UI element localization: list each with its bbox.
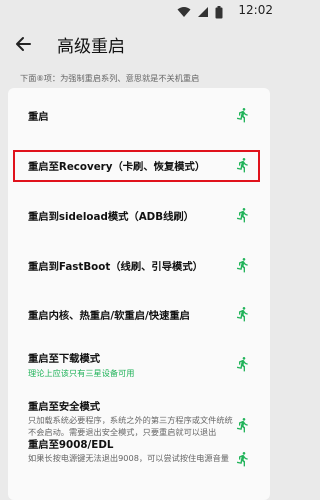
run-icon (236, 107, 248, 123)
run-icon (236, 257, 248, 273)
wifi-icon (177, 7, 191, 17)
status-time: 12:02 (238, 3, 273, 17)
item-title: 重启至Recovery（卡刷、恢复模式） (28, 161, 206, 173)
back-arrow-icon[interactable] (12, 33, 34, 55)
battery-icon (215, 5, 223, 18)
run-icon (236, 157, 248, 173)
item-description: 如果长按电源键无法退出9008，可以尝试按住电源音量 (28, 453, 229, 463)
item-title: 重启 (28, 111, 49, 123)
list-item-download-mode[interactable]: 重启至下载模式 理论上应该只有三星设备可用 (8, 342, 270, 392)
signal-icon (198, 7, 208, 17)
item-title: 重启到FastBoot（线刷、引导模式） (28, 261, 203, 273)
list-item-fastboot[interactable]: 重启到FastBoot（线刷、引导模式） (8, 244, 270, 294)
item-title: 重启至9008/EDL (28, 439, 114, 451)
list-item-soft-reboot[interactable]: 重启内核、热重启/软重启/快速重启 (8, 294, 270, 342)
item-title: 重启到sideload模式（ADB线刷） (28, 211, 194, 223)
item-title: 重启内核、热重启/软重启/快速重启 (28, 310, 190, 322)
item-title: 重启至下载模式 (28, 353, 101, 365)
list-item-recovery[interactable]: 重启至Recovery（卡刷、恢复模式） (8, 142, 270, 194)
run-icon (236, 451, 248, 467)
page-title: 高级重启 (57, 37, 125, 57)
run-icon (236, 356, 248, 372)
app-bar: 高级重启 (0, 24, 281, 64)
reboot-options-card: 重启 重启至Recovery（卡刷、恢复模式） 重启到sideload模式（AD… (8, 88, 270, 500)
item-title: 重启至安全模式 (28, 401, 101, 413)
status-icons (177, 4, 223, 20)
list-item-reboot[interactable]: 重启 (8, 88, 270, 142)
list-item-edl[interactable]: 重启至9008/EDL 如果长按电源键无法退出9008，可以尝试按住电源音量 (8, 430, 270, 500)
list-item-sideload[interactable]: 重启到sideload模式（ADB线刷） (8, 194, 270, 244)
run-icon (236, 306, 248, 322)
status-bar: 12:02 (0, 0, 281, 24)
hint-text: 下面⑧项：为强制重启系列、意思就是不关机重启 (20, 73, 200, 83)
run-icon (236, 207, 248, 223)
item-subtitle: 理论上应该只有三星设备可用 (28, 368, 135, 378)
